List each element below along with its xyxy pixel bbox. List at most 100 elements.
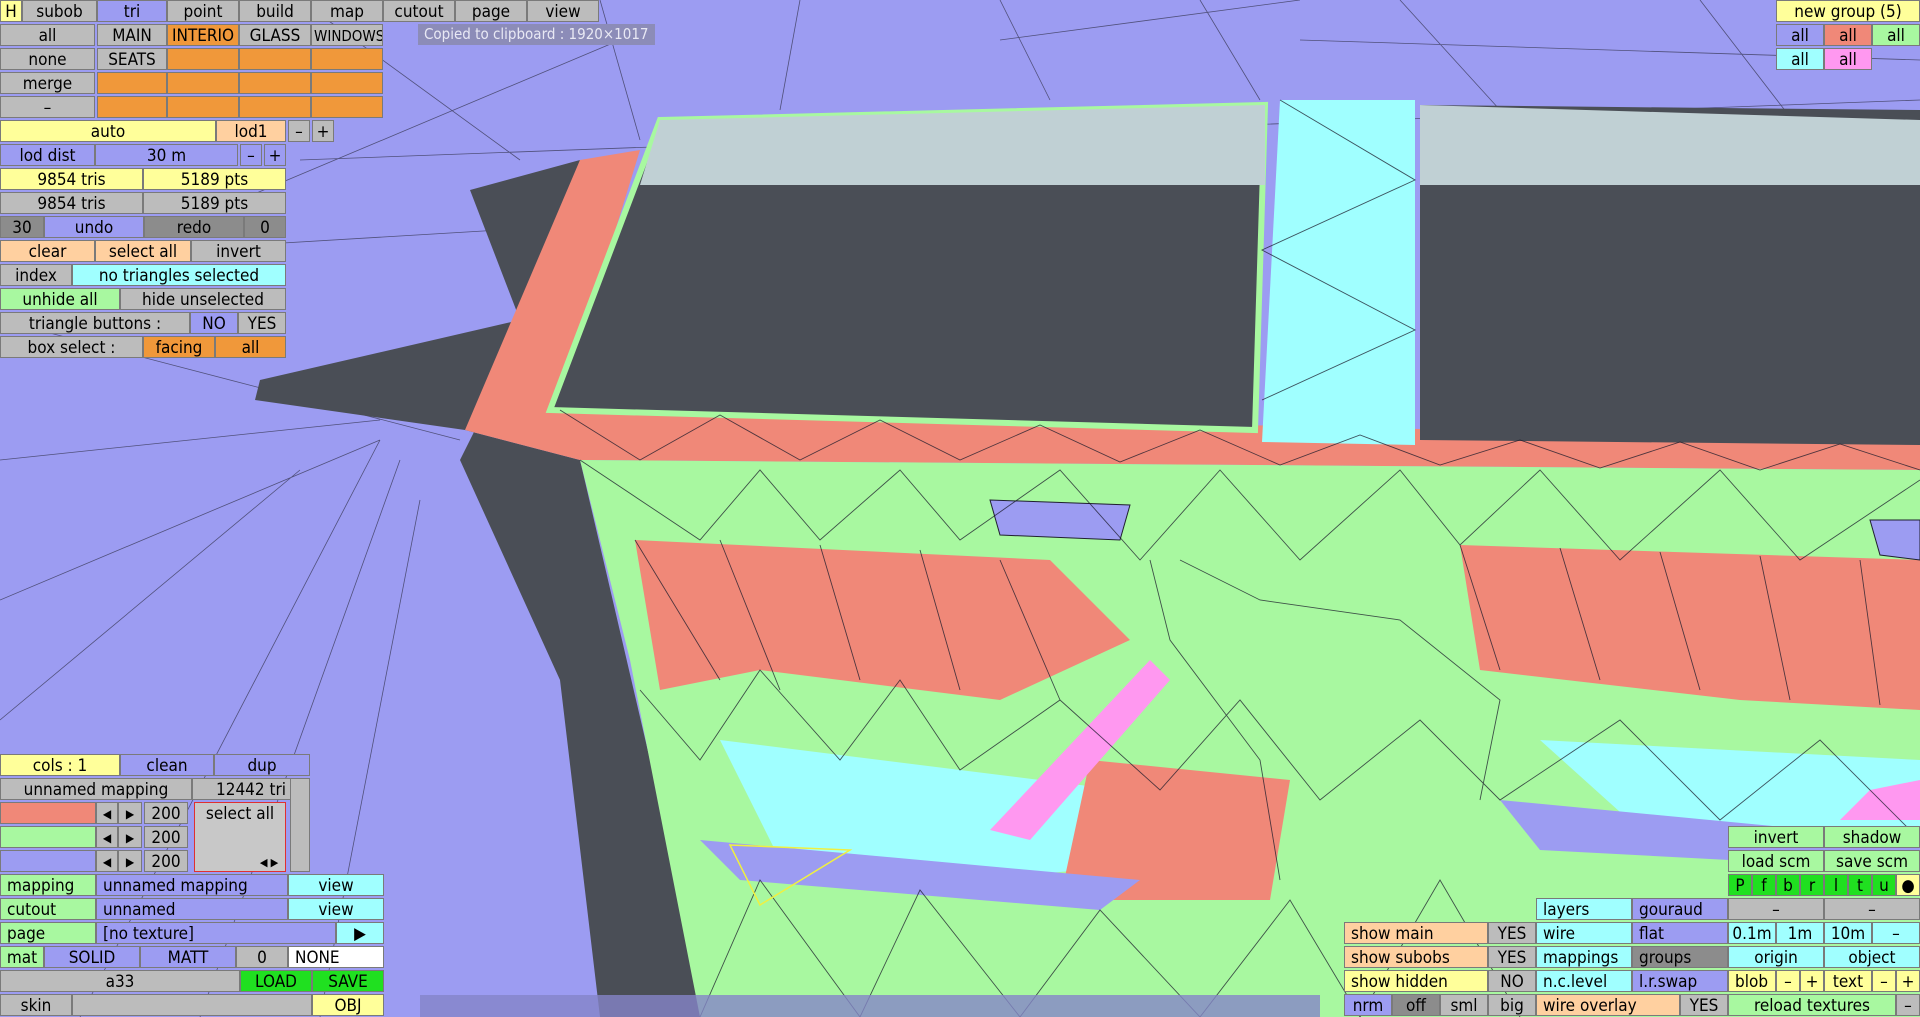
cutout-value[interactable]: unnamed <box>96 898 288 920</box>
mapping-scrollbar[interactable] <box>290 778 310 872</box>
shadow-button[interactable]: shadow <box>1824 826 1920 848</box>
reload-minus-button[interactable]: – <box>1896 994 1920 1016</box>
nc-level-button[interactable]: n.c.level <box>1536 970 1632 992</box>
swatch-green[interactable] <box>0 826 96 848</box>
group-slot[interactable] <box>311 72 383 94</box>
show-main-toggle[interactable]: YES <box>1488 922 1536 944</box>
swatch-blue[interactable] <box>0 850 96 872</box>
box-select-facing[interactable]: facing <box>143 336 215 358</box>
new-group-all-pink[interactable]: all <box>1824 48 1872 70</box>
flat-button[interactable]: flat <box>1632 922 1728 944</box>
material-name[interactable]: a33 <box>0 970 240 992</box>
material-load-button[interactable]: LOAD <box>240 970 312 992</box>
show-hidden-toggle[interactable]: NO <box>1488 970 1536 992</box>
skin-value[interactable] <box>72 994 312 1016</box>
group-slot[interactable] <box>239 48 311 70</box>
blob-minus-button[interactable]: – <box>1776 970 1800 992</box>
group-slot[interactable] <box>239 72 311 94</box>
menu-view[interactable]: view <box>527 0 599 22</box>
new-group-all-cyan[interactable]: all <box>1776 48 1824 70</box>
group-slot[interactable] <box>97 72 167 94</box>
group-glass[interactable]: GLASS <box>239 24 311 46</box>
step-dash-2[interactable]: – <box>1824 898 1920 920</box>
mapping-value[interactable]: unnamed mapping <box>96 874 288 896</box>
triangle-buttons-no[interactable]: NO <box>190 312 238 334</box>
group-slot[interactable] <box>311 48 383 70</box>
normals-sml[interactable]: sml <box>1440 994 1488 1016</box>
new-group-all-blue[interactable]: all <box>1776 24 1824 46</box>
triangle-buttons-yes[interactable]: YES <box>238 312 286 334</box>
unhide-all-button[interactable]: unhide all <box>0 288 120 310</box>
channel-value[interactable]: 200 <box>144 850 188 872</box>
show-subobs-toggle[interactable]: YES <box>1488 946 1536 968</box>
view-right[interactable]: r <box>1800 874 1824 896</box>
mat-solid[interactable]: SOLID <box>44 946 140 968</box>
mapping-name[interactable]: unnamed mapping <box>0 778 192 800</box>
groups-button[interactable]: groups <box>1632 946 1728 968</box>
group-all-button[interactable]: all <box>0 24 95 46</box>
normals-nrm[interactable]: nrm <box>1344 994 1392 1016</box>
next-arrow-icon[interactable]: ▶ <box>118 826 142 848</box>
layers-button[interactable]: layers <box>1536 898 1632 920</box>
menu-tri[interactable]: tri <box>97 0 167 22</box>
group-slot[interactable] <box>167 72 239 94</box>
new-group-all-green[interactable]: all <box>1872 24 1920 46</box>
lod-dist-value[interactable]: 30 m <box>95 144 238 166</box>
lod-name[interactable]: lod1 <box>216 120 286 142</box>
step-1m[interactable]: 1m <box>1776 922 1824 944</box>
origin-button[interactable]: origin <box>1728 946 1824 968</box>
swatch-salmon[interactable] <box>0 802 96 824</box>
new-group-all-salmon[interactable]: all <box>1824 24 1872 46</box>
page-value[interactable]: [no texture] <box>96 922 336 944</box>
play-icon[interactable]: ▶ <box>336 922 384 944</box>
group-slot[interactable] <box>239 96 311 118</box>
step-0-1m[interactable]: 0.1m <box>1728 922 1776 944</box>
viewport-3d[interactable] <box>0 0 1920 1017</box>
group-windows[interactable]: WINDOWS <box>311 24 383 46</box>
channel-value[interactable]: 200 <box>144 802 188 824</box>
lod-auto-button[interactable]: auto <box>0 120 216 142</box>
new-group-button[interactable]: new group (5) <box>1776 0 1920 22</box>
group-merge-button[interactable]: merge <box>0 72 95 94</box>
group-slot[interactable] <box>167 48 239 70</box>
reload-textures-button[interactable]: reload textures <box>1728 994 1896 1016</box>
lod-minus-button[interactable]: – <box>288 120 310 142</box>
box-select-all[interactable]: all <box>215 336 286 358</box>
text-minus-button[interactable]: – <box>1872 970 1896 992</box>
group-none-button[interactable]: none <box>0 48 95 70</box>
step-dash-1[interactable]: – <box>1728 898 1824 920</box>
menu-map[interactable]: map <box>311 0 383 22</box>
cutout-view-button[interactable]: view <box>288 898 384 920</box>
normals-off[interactable]: off <box>1392 994 1440 1016</box>
lod-dist-plus-button[interactable]: + <box>264 144 286 166</box>
invert-button[interactable]: invert <box>1728 826 1824 848</box>
mapping-view-button[interactable]: view <box>288 874 384 896</box>
wire-button[interactable]: wire <box>1536 922 1632 944</box>
menu-subob[interactable]: subob <box>22 0 97 22</box>
group-slot[interactable] <box>167 96 239 118</box>
group-interio[interactable]: INTERIO <box>167 24 239 46</box>
lr-swap-button[interactable]: l.r.swap <box>1632 970 1728 992</box>
group-slot[interactable] <box>97 96 167 118</box>
channel-value[interactable]: 200 <box>144 826 188 848</box>
view-perspective[interactable]: P <box>1728 874 1752 896</box>
wire-overlay-toggle[interactable]: YES <box>1680 994 1728 1016</box>
lod-dist-minus-button[interactable]: – <box>240 144 262 166</box>
select-all-button[interactable]: select all <box>95 240 191 262</box>
group-seats[interactable]: SEATS <box>97 48 167 70</box>
obj-button[interactable]: OBJ <box>312 994 384 1016</box>
clear-button[interactable]: clear <box>0 240 95 262</box>
mat-matt[interactable]: MATT <box>140 946 236 968</box>
next-arrow-icon[interactable]: ▶ <box>118 802 142 824</box>
menu-page[interactable]: page <box>455 0 527 22</box>
menu-point[interactable]: point <box>167 0 239 22</box>
save-scm-button[interactable]: save scm <box>1824 850 1920 872</box>
gouraud-button[interactable]: gouraud <box>1632 898 1728 920</box>
mat-none[interactable]: NONE <box>288 946 384 968</box>
hide-unselected-button[interactable]: hide unselected <box>120 288 286 310</box>
view-left[interactable]: l <box>1824 874 1848 896</box>
undo-button[interactable]: undo <box>44 216 144 238</box>
group-main[interactable]: MAIN <box>97 24 167 46</box>
mat-number[interactable]: 0 <box>236 946 288 968</box>
normals-big[interactable]: big <box>1488 994 1536 1016</box>
